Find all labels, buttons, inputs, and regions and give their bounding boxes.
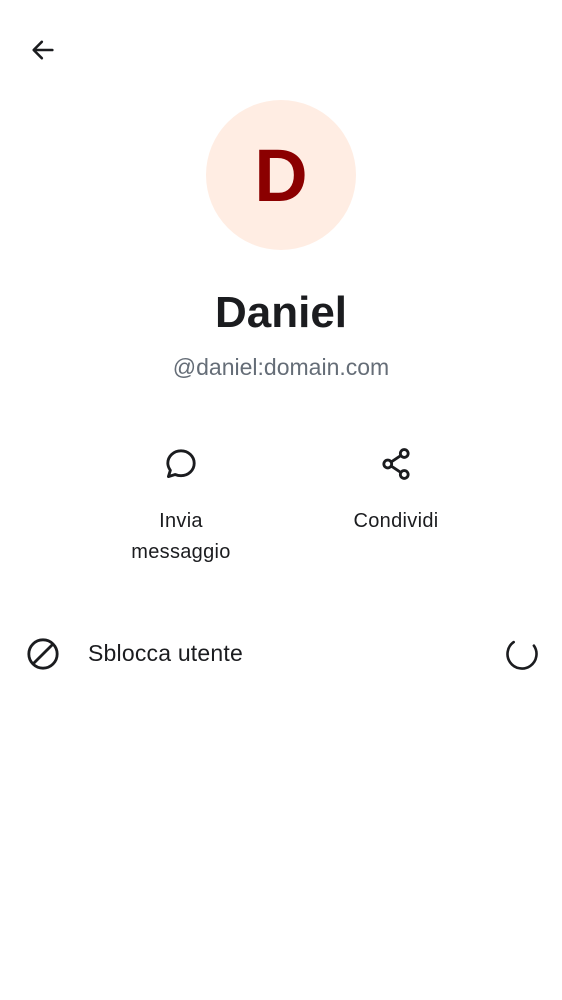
block-icon bbox=[26, 637, 60, 671]
unblock-user-label: Sblocca utente bbox=[88, 640, 243, 666]
share-button[interactable]: Condividi bbox=[311, 444, 481, 537]
unblock-user-row[interactable]: Sblocca utente bbox=[0, 620, 562, 686]
send-message-button[interactable]: Invia messaggio bbox=[96, 444, 266, 568]
avatar: D bbox=[206, 100, 356, 250]
display-name: Daniel bbox=[214, 288, 348, 337]
send-message-label-line1: Invia bbox=[159, 510, 203, 532]
share-label: Condividi bbox=[354, 506, 439, 537]
user-id: @daniel:domain.com bbox=[172, 354, 390, 380]
arrow-left-icon bbox=[32, 40, 54, 60]
back-button[interactable] bbox=[19, 26, 67, 74]
send-message-label-line2: messaggio bbox=[131, 541, 231, 563]
share-icon bbox=[376, 444, 416, 484]
loading-spinner-icon bbox=[506, 640, 538, 670]
share-label-line1: Condividi bbox=[353, 510, 439, 532]
chat-bubble-icon bbox=[161, 444, 201, 484]
avatar-letter: D bbox=[254, 134, 308, 217]
send-message-label: Invia messaggio bbox=[131, 506, 230, 568]
